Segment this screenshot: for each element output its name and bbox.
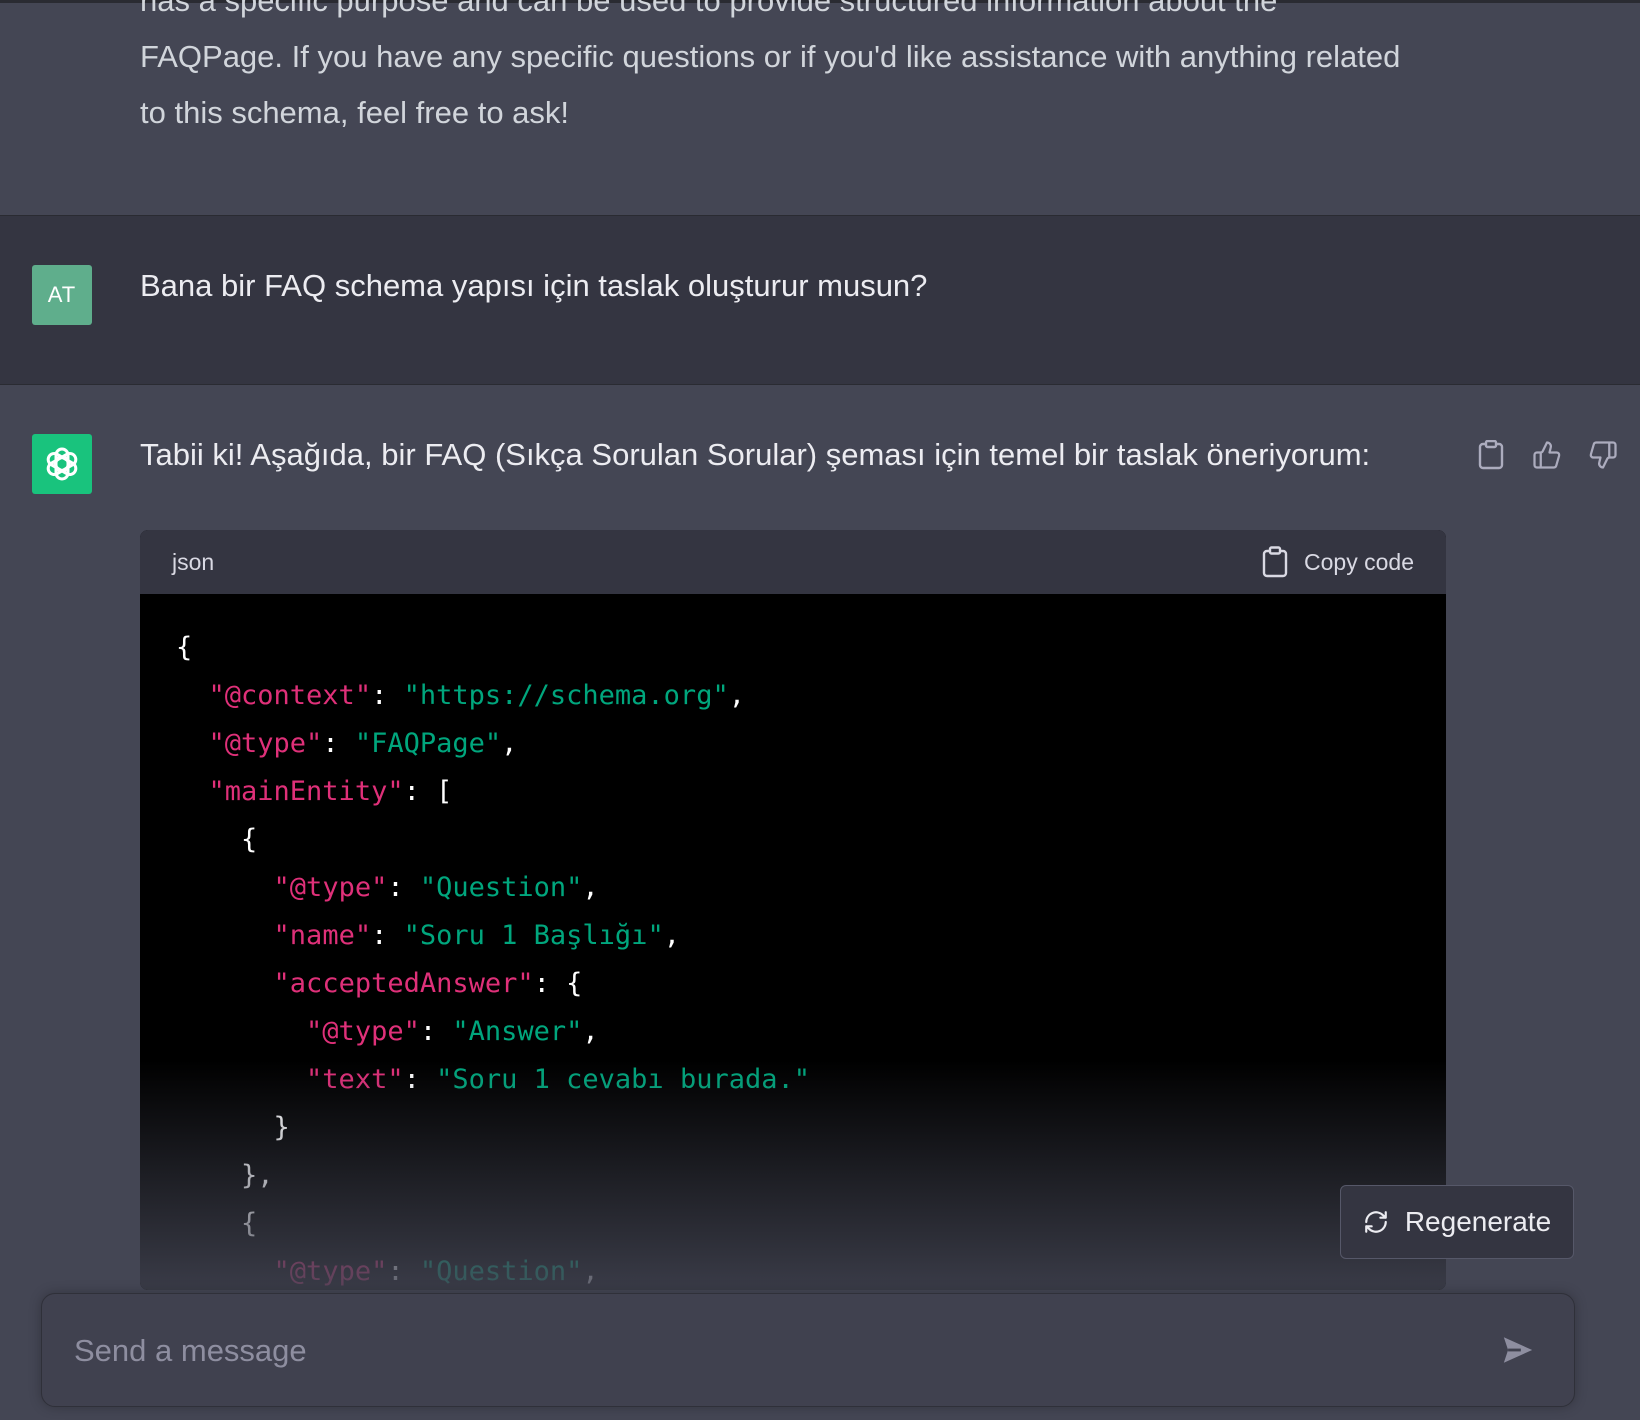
code-punctuation: [176, 920, 274, 951]
thumbs-down-icon: [1589, 441, 1617, 469]
code-key: "name": [273, 920, 372, 951]
code-punctuation: {: [176, 824, 258, 855]
code-punctuation: :: [387, 1256, 420, 1287]
code-punctuation: :: [403, 1064, 437, 1095]
code-punctuation: [176, 1016, 306, 1047]
code-key: "@context": [208, 680, 372, 711]
code-string: "FAQPage": [354, 728, 502, 759]
code-punctuation: ,: [582, 1256, 599, 1287]
code-punctuation: ,: [582, 1016, 599, 1047]
code-punctuation: :: [387, 872, 420, 903]
message-actions: [1476, 440, 1618, 470]
code-key: "@type": [306, 1016, 420, 1047]
code-punctuation: [176, 872, 274, 903]
code-line: "@type": "Answer",: [176, 1008, 1410, 1056]
code-punctuation: {: [176, 1208, 258, 1239]
code-key: "@type": [208, 728, 323, 759]
code-punctuation: ,: [663, 920, 680, 951]
code-punctuation: [176, 680, 209, 711]
assistant-intro-text: Tabii ki! Aşağıda, bir FAQ (Sıkça Sorula…: [140, 437, 1371, 472]
code-punctuation: ,: [582, 872, 599, 903]
code-key: "@type": [273, 1256, 388, 1287]
code-punctuation: : [: [403, 776, 453, 807]
code-punctuation: {: [176, 632, 193, 663]
code-line: "acceptedAnswer": {: [176, 960, 1410, 1008]
regenerate-button[interactable]: Regenerate: [1340, 1185, 1574, 1259]
code-line: {: [176, 624, 1410, 672]
previous-message-line: to this schema, feel free to ask!: [140, 95, 570, 130]
copy-code-button[interactable]: Copy code: [1262, 546, 1414, 578]
code-string: "Soru 1 cevabı burada.": [436, 1064, 810, 1095]
code-line: },: [176, 1152, 1410, 1200]
code-line: }: [176, 1104, 1410, 1152]
user-message: AT Bana bir FAQ schema yapısı için tasla…: [0, 215, 1640, 385]
code-punctuation: [176, 728, 209, 759]
thumbs-up-button[interactable]: [1532, 440, 1562, 470]
copy-code-label: Copy code: [1304, 548, 1414, 575]
code-punctuation: [176, 968, 274, 999]
code-string: "Question": [419, 872, 583, 903]
code-line: "@type": "FAQPage",: [176, 720, 1410, 768]
openai-logo-icon: [46, 447, 78, 481]
code-punctuation: : {: [533, 968, 583, 999]
code-block: json Copy code { "@context": "https://sc…: [140, 530, 1446, 1290]
code-line: "mainEntity": [: [176, 768, 1410, 816]
code-punctuation: ,: [501, 728, 518, 759]
code-string: "Answer": [452, 1016, 583, 1047]
refresh-icon: [1364, 1211, 1387, 1233]
code-line: {: [176, 816, 1410, 864]
previous-message-line: FAQPage. If you have any specific questi…: [140, 39, 1401, 74]
assistant-message: Tabii ki! Aşağıda, bir FAQ (Sıkça Sorula…: [0, 385, 1640, 1420]
code-block-header: json Copy code: [140, 530, 1446, 594]
send-button[interactable]: [1498, 1330, 1538, 1370]
thumbs-up-icon: [1533, 441, 1561, 469]
send-icon: [1503, 1337, 1533, 1363]
code-line: "name": "Soru 1 Başlığı",: [176, 912, 1410, 960]
code-punctuation: :: [371, 680, 404, 711]
code-punctuation: :: [371, 920, 404, 951]
code-punctuation: }: [176, 1112, 290, 1143]
code-string: "https://schema.org": [403, 680, 729, 711]
previous-assistant-message: has a specific purpose and can be used t…: [0, 0, 1640, 215]
message-composer: [41, 1293, 1575, 1408]
regenerate-label: Regenerate: [1404, 1206, 1552, 1237]
code-content: { "@context": "https://schema.org", "@ty…: [140, 594, 1446, 1290]
thumbs-down-button[interactable]: [1588, 440, 1618, 470]
code-punctuation: :: [322, 728, 355, 759]
assistant-avatar: [32, 434, 92, 494]
previous-message-text: has a specific purpose and can be used t…: [140, 0, 1440, 141]
code-key: "@type": [273, 872, 388, 903]
code-punctuation: [176, 1256, 274, 1287]
code-key: "mainEntity": [208, 776, 404, 807]
message-input[interactable]: [72, 1294, 1456, 1408]
code-line: "@type": "Question",: [176, 864, 1410, 912]
code-line: "@type": "Question",: [176, 1248, 1410, 1290]
code-punctuation: [176, 1064, 306, 1095]
code-punctuation: ,: [728, 680, 745, 711]
clipboard-icon: [1478, 440, 1504, 470]
code-language-label: json: [172, 548, 215, 575]
code-string: "Question": [419, 1256, 583, 1287]
code-punctuation: [176, 776, 209, 807]
previous-message-line: has a specific purpose and can be used t…: [140, 0, 1278, 18]
user-avatar: AT: [32, 265, 92, 325]
code-string: "Soru 1 Başlığı": [403, 920, 664, 951]
user-message-text: Bana bir FAQ schema yapısı için taslak o…: [140, 268, 928, 303]
copy-message-button[interactable]: [1476, 440, 1506, 470]
code-line: {: [176, 1200, 1410, 1248]
code-line: "text": "Soru 1 cevabı burada.": [176, 1056, 1410, 1104]
code-key: "acceptedAnswer": [273, 968, 534, 999]
code-punctuation: :: [419, 1016, 453, 1047]
code-punctuation: },: [176, 1160, 274, 1191]
clipboard-icon: [1262, 546, 1288, 578]
code-line: "@context": "https://schema.org",: [176, 672, 1410, 720]
code-key: "text": [306, 1064, 404, 1095]
